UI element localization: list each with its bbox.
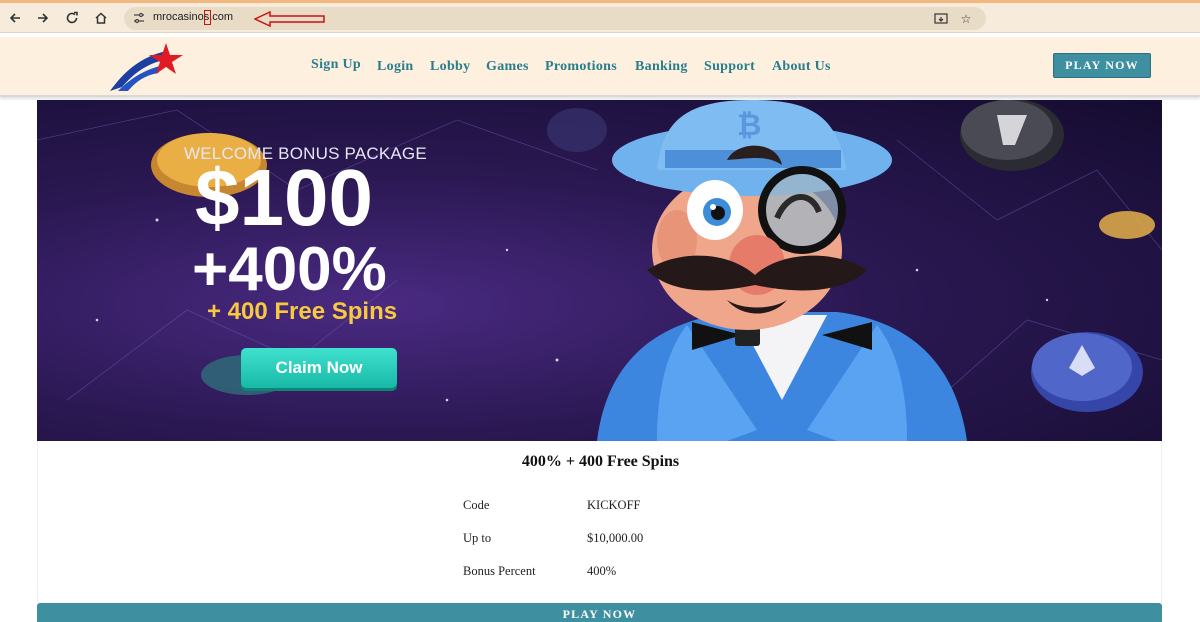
nav-promotions[interactable]: Promotions bbox=[545, 59, 617, 75]
offer-bonus-percent-label: Bonus Percent bbox=[463, 564, 536, 578]
browser-toolbar: mrocasinos.com ☆ bbox=[0, 3, 1200, 33]
nav-banking[interactable]: Banking bbox=[635, 59, 688, 75]
svg-text:₿: ₿ bbox=[737, 108, 761, 143]
offer-up-to-label: Up to bbox=[463, 531, 492, 545]
nav-lobby[interactable]: Lobby bbox=[430, 59, 470, 75]
claim-now-button[interactable]: Claim Now bbox=[241, 348, 397, 388]
offer-code-label: Code bbox=[463, 498, 490, 512]
offer-title: 400% + 400 Free Spins bbox=[521, 453, 680, 470]
offer-bonus-percent-value: 400% bbox=[587, 564, 617, 578]
brand-logo[interactable] bbox=[108, 39, 188, 95]
red-arrow-annotation bbox=[254, 11, 325, 27]
forward-icon[interactable] bbox=[33, 8, 53, 28]
star-icon[interactable]: ☆ bbox=[957, 10, 975, 28]
nav-games[interactable]: Games bbox=[486, 59, 529, 75]
install-app-icon[interactable] bbox=[932, 10, 950, 28]
home-icon[interactable] bbox=[91, 8, 111, 28]
reload-icon[interactable] bbox=[62, 8, 82, 28]
nav-sign-up[interactable]: Sign Up bbox=[311, 57, 361, 73]
nav-login[interactable]: Login bbox=[377, 59, 414, 75]
site-info-icon[interactable] bbox=[132, 11, 146, 25]
header-play-now-button[interactable]: PLAY NOW bbox=[1053, 53, 1151, 78]
banner-bonus-percent: +400% bbox=[192, 235, 387, 304]
offer-play-now-button[interactable]: PLAY NOW bbox=[37, 603, 1162, 622]
nav-about-us[interactable]: About Us bbox=[772, 59, 831, 75]
url-text[interactable]: mrocasinos.com bbox=[153, 11, 233, 23]
nav-support[interactable]: Support bbox=[704, 59, 755, 75]
banner-offer-text: WELCOME BONUS PACKAGE $100 +400% + 400 F… bbox=[37, 100, 557, 441]
promo-banner[interactable]: ₿ WELCOME BONUS PACKAGE $100 +400% + 400… bbox=[37, 100, 1162, 441]
back-icon[interactable] bbox=[5, 8, 25, 28]
url-character-highlight bbox=[204, 10, 211, 25]
banner-bonus-amount: $100 bbox=[195, 153, 373, 242]
offer-up-to-value: $10,000.00 bbox=[587, 531, 644, 545]
banner-free-spins: + 400 Free Spins bbox=[207, 298, 398, 325]
offer-details: 400% + 400 Free Spins Code KICKOFF Up to… bbox=[37, 441, 1162, 603]
offer-code-value: KICKOFF bbox=[587, 498, 641, 512]
site-header: Sign Up Login Lobby Games Promotions Ban… bbox=[0, 37, 1200, 97]
